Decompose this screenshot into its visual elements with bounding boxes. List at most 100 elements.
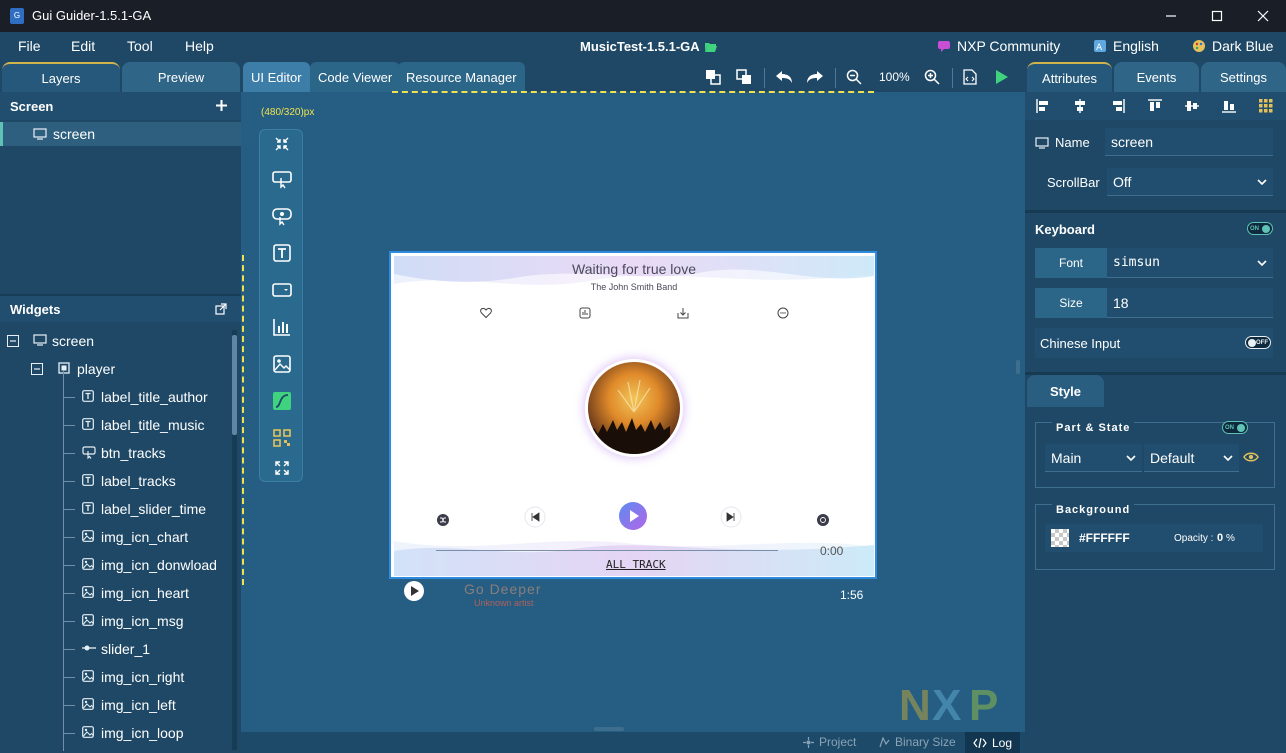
tree-item-img-icn-chart[interactable]: img_icn_chart [0,523,232,551]
label-tracks[interactable]: ALL TRACK [606,558,666,571]
maximize-button[interactable] [1194,0,1240,32]
tab-preview[interactable]: Preview [122,62,240,92]
resize-handle[interactable] [1016,360,1020,374]
align-center-h-icon[interactable] [1073,99,1087,113]
button-widget-icon[interactable] [271,168,293,190]
tab-layers[interactable]: Layers [2,62,120,92]
align-right-icon[interactable] [1111,99,1125,113]
image-widget-icon[interactable] [271,353,293,375]
tab-style[interactable]: Style [1027,375,1104,407]
tree-item-img-icn-msg[interactable]: img_icn_msg [0,607,232,635]
part-select[interactable]: Main [1045,444,1142,472]
screen-list-item[interactable]: screen [0,122,241,146]
dropdown-widget-icon[interactable] [271,279,293,301]
close-button[interactable] [1240,0,1286,32]
tab-code-viewer[interactable]: Code Viewer [310,62,401,92]
label-title-author[interactable]: The John Smith Band [394,282,874,292]
tree-item-label-tracks[interactable]: label_tracks [0,467,232,495]
align-left-icon[interactable] [1036,99,1050,113]
tree-item-slider-1[interactable]: slider_1 [0,635,232,663]
tab-events[interactable]: Events [1114,62,1199,92]
collapse-toggle-icon[interactable] [31,363,43,375]
bring-front-icon[interactable] [702,66,724,88]
align-center-v-icon[interactable] [1185,99,1199,113]
download-icon[interactable] [677,307,689,319]
add-screen-icon[interactable] [216,100,227,111]
tree-item-label-title-author[interactable]: label_title_author [0,383,232,411]
chart-widget-icon[interactable] [271,316,293,338]
image-button-widget-icon[interactable] [271,205,293,227]
external-link-icon[interactable] [215,303,227,315]
tree-item-img-icn-loop[interactable]: img_icn_loop [0,719,232,747]
language-selector[interactable]: A English [1093,38,1159,54]
redo-icon[interactable] [804,66,826,88]
scrollbar-select[interactable]: Off [1107,168,1273,196]
tab-attributes[interactable]: Attributes [1027,62,1112,92]
project-status-button[interactable]: Project [803,735,856,749]
send-back-icon[interactable] [733,66,755,88]
zoom-in-icon[interactable] [921,66,943,88]
color-swatch[interactable] [1051,529,1069,547]
tree-item-img-icn-donwload[interactable]: img_icn_donwload [0,551,232,579]
chart-icon[interactable] [579,307,591,319]
tree-scrollbar-thumb[interactable] [232,335,237,435]
next-track-icon[interactable] [720,506,742,528]
tree-item-img-icn-right[interactable]: img_icn_right [0,663,232,691]
scrollbar-value: Off [1113,173,1132,190]
play-button-icon[interactable] [618,501,648,531]
screen-canvas[interactable]: Waiting for true love The John Smith Ban… [389,251,877,579]
heart-icon[interactable] [480,307,492,319]
chinese-input-toggle[interactable]: OFF [1245,336,1271,349]
background-color-row[interactable]: #FFFFFF Opacity : 0 % [1045,524,1263,552]
tab-ui-editor[interactable]: UI Editor [243,62,310,92]
undo-icon[interactable] [773,66,795,88]
part-state-toggle[interactable]: ON [1222,421,1248,434]
collapse-icon[interactable] [271,133,293,155]
animation-widget-icon[interactable] [271,390,293,412]
nxp-community-link[interactable]: NXP Community [937,38,1060,54]
menu-tool[interactable]: Tool [127,38,153,54]
binary-size-button[interactable]: Binary Size [879,735,956,749]
qrcode-widget-icon[interactable] [271,427,293,449]
size-input[interactable]: 18 [1107,288,1273,318]
run-simulator-icon[interactable] [991,66,1013,88]
resize-handle-bottom[interactable] [594,727,624,731]
name-input[interactable]: screen [1105,128,1273,156]
ruler-left [242,255,245,585]
theme-selector[interactable]: Dark Blue [1192,38,1273,54]
tree-item-screen[interactable]: screen [0,327,232,355]
minimize-button[interactable] [1148,0,1194,32]
generate-code-icon[interactable] [959,66,981,88]
expand-icon[interactable] [271,457,293,479]
state-select[interactable]: Default [1144,444,1239,472]
label-widget-icon[interactable] [271,242,293,264]
previous-track-icon[interactable] [524,506,546,528]
tree-item-img-icn-left[interactable]: img_icn_left [0,691,232,719]
collapse-toggle-icon[interactable] [7,335,19,347]
align-top-icon[interactable] [1148,99,1162,113]
time-slider[interactable] [436,550,778,551]
zoom-out-icon[interactable] [843,66,865,88]
menu-file[interactable]: File [18,38,41,54]
tree-item-btn-tracks[interactable]: btn_tracks [0,439,232,467]
label-title-music[interactable]: Waiting for true love [394,261,874,277]
menu-help[interactable]: Help [185,38,214,54]
distribute-grid-icon[interactable] [1259,99,1273,113]
loop-icon[interactable] [817,514,829,526]
log-button[interactable]: Log [965,732,1021,753]
language-icon: A [1094,40,1106,53]
font-select[interactable]: simsun [1107,248,1273,278]
shuffle-icon[interactable] [437,514,449,526]
mini-play-button-icon[interactable] [403,580,425,602]
tab-resource-manager[interactable]: Resource Manager [398,62,525,92]
align-bottom-icon[interactable] [1222,99,1236,113]
menu-edit[interactable]: Edit [71,38,95,54]
eye-icon[interactable] [1243,451,1259,463]
message-icon[interactable] [777,307,789,319]
tree-item-label-title-music[interactable]: label_title_music [0,411,232,439]
keyboard-toggle[interactable]: ON [1247,222,1273,235]
tree-item-player[interactable]: player [0,355,232,383]
tab-settings[interactable]: Settings [1201,62,1286,92]
tree-item-img-icn-heart[interactable]: img_icn_heart [0,579,232,607]
tree-item-label-slider-time[interactable]: label_slider_time [0,495,232,523]
